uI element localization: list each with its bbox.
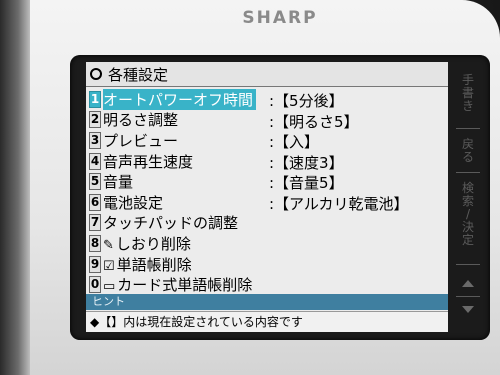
settings-item-playback-speed[interactable]: 4 音声再生速度 :【速度3】: [86, 151, 448, 172]
item-number: 8: [89, 234, 101, 252]
lcd-screen: 各種設定 1 オートパワーオフ時間 :【5分後】 2 明るさ調整 :【明るさ5】…: [86, 62, 448, 332]
item-label: ▭ カード式単語帳削除: [103, 274, 403, 295]
settings-item-brightness[interactable]: 2 明るさ調整 :【明るさ5】: [86, 110, 448, 131]
circle-icon: [90, 68, 102, 80]
item-label: タッチパッドの調整: [103, 214, 239, 233]
item-label-text: しおり削除: [115, 234, 191, 253]
key-divider: [456, 172, 480, 173]
item-number: 4: [89, 152, 101, 170]
item-value: :【音量5】: [269, 174, 344, 193]
settings-item-battery[interactable]: 6 電池設定 :【アルカリ乾電池】: [86, 192, 448, 213]
item-value: :【5分後】: [269, 92, 344, 110]
brand-logo: SHARP: [242, 8, 318, 28]
item-value: :【アルカリ乾電池】: [269, 194, 409, 213]
side-key-panel: 手 書 き 戻 る 検 索 / 決 定: [452, 68, 484, 330]
settings-item-volume[interactable]: 5 音量 :【音量5】: [86, 171, 448, 192]
item-value: :【明るさ5】: [269, 112, 359, 131]
item-number: 0: [89, 276, 101, 294]
settings-item-auto-power-off[interactable]: 1 オートパワーオフ時間 :【5分後】: [86, 88, 448, 110]
card-icon: ▭: [103, 279, 116, 295]
card-check-icon: ☑: [103, 258, 115, 274]
item-number: 2: [89, 111, 101, 129]
settings-list: 1 オートパワーオフ時間 :【5分後】 2 明るさ調整 :【明るさ5】 3 プレ…: [86, 88, 448, 295]
settings-item-touchpad[interactable]: 7 タッチパッドの調整: [86, 213, 448, 234]
settings-item-card-wordbook-delete[interactable]: 0 ▭ カード式単語帳削除: [86, 274, 448, 295]
item-label: プレビュー: [103, 131, 179, 150]
item-label: ☑ 単語帳削除: [103, 254, 403, 275]
item-number: 9: [89, 255, 101, 273]
scroll-down-icon[interactable]: [462, 306, 474, 313]
item-number: 1: [89, 90, 101, 108]
handwriting-key[interactable]: 手 書 き: [452, 74, 484, 113]
item-label: 電池設定: [103, 193, 164, 212]
settings-item-bookmark-delete[interactable]: 8 ✎ しおり削除: [86, 233, 448, 254]
settings-item-preview[interactable]: 3 プレビュー :【入】: [86, 130, 448, 151]
item-number: 5: [89, 173, 101, 191]
device-edge: [0, 0, 30, 375]
item-label: 音量: [103, 173, 134, 192]
search-enter-key[interactable]: 検 索 / 決 定: [452, 182, 484, 247]
key-divider: [456, 264, 480, 265]
item-label: ✎ しおり削除: [103, 233, 403, 254]
item-label: オートパワーオフ時間: [103, 88, 256, 110]
key-divider: [456, 296, 480, 297]
hint-text: ◆【】内は現在設定されている内容です: [86, 311, 448, 332]
screen-title-bar: 各種設定: [86, 62, 448, 87]
screen-title: 各種設定: [108, 65, 169, 84]
item-label: 明るさ調整: [103, 111, 179, 130]
item-label-text: カード式単語帳削除: [117, 276, 253, 295]
pen-icon: ✎: [103, 237, 114, 253]
settings-item-wordbook-delete[interactable]: 9 ☑ 単語帳削除: [86, 254, 448, 275]
item-value: :【速度3】: [269, 153, 344, 172]
item-number: 3: [89, 131, 101, 149]
item-value: :【入】: [269, 133, 320, 152]
back-key[interactable]: 戻 る: [452, 138, 484, 164]
key-divider: [456, 128, 480, 129]
hint-header: ヒント: [86, 294, 448, 310]
scroll-up-icon[interactable]: [462, 280, 474, 287]
item-label-text: 単語帳削除: [116, 255, 192, 274]
item-number: 7: [89, 214, 101, 232]
item-label: 音声再生速度: [103, 152, 194, 171]
item-number: 6: [89, 193, 101, 211]
